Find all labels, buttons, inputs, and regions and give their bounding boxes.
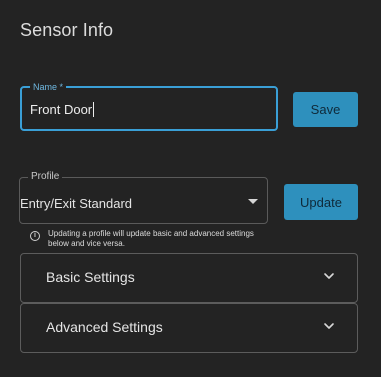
profile-select[interactable]: Profile Entry/Exit Standard — [19, 171, 268, 224]
info-icon: i — [30, 231, 40, 241]
advanced-settings-accordion[interactable]: Advanced Settings — [20, 303, 358, 353]
name-input-value: Front Door — [30, 102, 93, 117]
profile-field-label: Profile — [28, 171, 63, 183]
chevron-down-icon[interactable] — [323, 270, 335, 282]
profile-select-value: Entry/Exit Standard — [20, 196, 132, 211]
text-cursor — [93, 102, 95, 117]
name-input[interactable]: Front Door — [30, 102, 95, 117]
chevron-down-icon[interactable] — [323, 320, 335, 332]
save-button[interactable]: Save — [293, 92, 358, 127]
dropdown-arrow-icon[interactable] — [248, 199, 258, 204]
page-title: Sensor Info — [20, 20, 114, 40]
profile-hint-text: Updating a profile will update basic and… — [48, 229, 254, 248]
name-field[interactable]: Name * Front Door — [20, 81, 278, 131]
basic-settings-accordion[interactable]: Basic Settings — [20, 253, 358, 303]
basic-settings-label: Basic Settings — [46, 269, 135, 285]
name-field-label: Name * — [30, 81, 67, 93]
update-button[interactable]: Update — [284, 184, 358, 220]
advanced-settings-label: Advanced Settings — [46, 319, 163, 335]
